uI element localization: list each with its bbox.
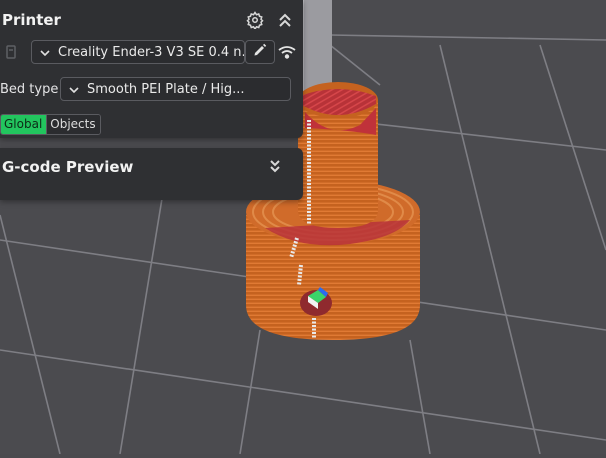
edit-printer-button[interactable]: [245, 40, 275, 64]
chevron-down-icon: [69, 82, 79, 97]
toggle-global[interactable]: Global: [1, 115, 47, 134]
expand-down-icon[interactable]: [265, 156, 285, 176]
bed-type-label: Bed type: [0, 82, 59, 97]
wifi-icon[interactable]: [276, 42, 298, 62]
bed-type-select[interactable]: Smooth PEI Plate / Hig...: [60, 77, 291, 101]
gcode-panel-title: G-code Preview: [2, 158, 134, 176]
toggle-objects[interactable]: Objects: [46, 115, 100, 134]
chevron-down-icon: [40, 45, 50, 60]
scope-toggle: Global Objects: [0, 114, 101, 135]
printer-panel-title: Printer: [2, 11, 61, 29]
gcode-preview-panel: G-code Preview: [0, 148, 303, 200]
edit-icon: [253, 43, 267, 61]
printer-panel: Printer Creality Ender-3 V3 SE 0.4 n... …: [0, 0, 303, 138]
printer-icon: [3, 42, 19, 62]
gear-icon[interactable]: [244, 9, 266, 31]
collapse-up-icon[interactable]: [275, 9, 295, 31]
printer-select[interactable]: Creality Ender-3 V3 SE 0.4 n...: [31, 40, 245, 64]
bed-type-value: Smooth PEI Plate / Hig...: [87, 81, 245, 97]
printer-name: Creality Ender-3 V3 SE 0.4 n...: [58, 44, 245, 60]
